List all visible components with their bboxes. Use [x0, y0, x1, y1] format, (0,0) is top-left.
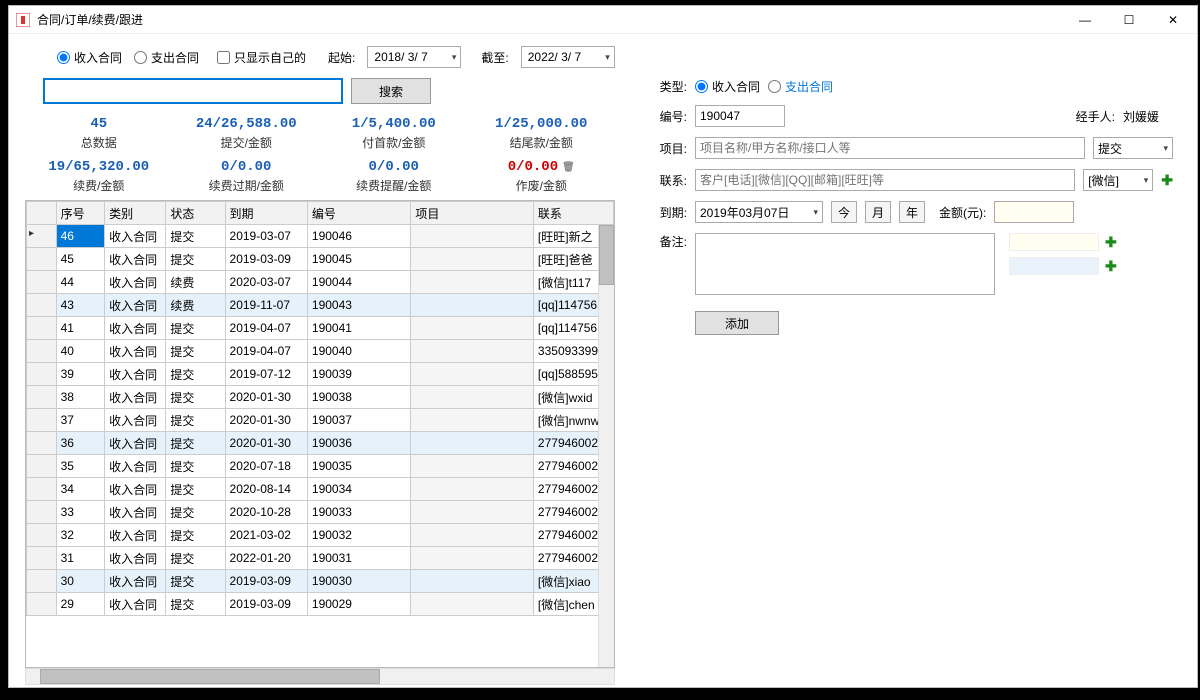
memo-label: 备注:: [645, 233, 687, 250]
table-row[interactable]: 38收入合同提交2020-01-30190038[微信]wxid: [27, 386, 614, 409]
chevron-down-icon: ▾: [813, 207, 818, 218]
metrics-row-2: 19/65,320.00续费/金额0/0.00续费过期/金额0/0.00续费提醒…: [25, 157, 615, 200]
table-row[interactable]: 35收入合同提交2020-07-181900352779460028: [27, 455, 614, 478]
search-input[interactable]: [43, 78, 343, 104]
column-header[interactable]: 编号: [307, 202, 411, 225]
contract-grid[interactable]: 序号类别状态到期编号项目联系 ▸46收入合同提交2019-03-07190046…: [25, 200, 615, 668]
memo-input[interactable]: [695, 233, 995, 295]
filter-income-radio[interactable]: 收入合同: [57, 49, 122, 66]
titlebar: 合同/订单/续费/跟进 — ☐ ✕: [9, 6, 1197, 34]
column-header[interactable]: 项目: [411, 202, 534, 225]
add-contact-icon[interactable]: ✚: [1161, 172, 1173, 189]
column-header[interactable]: 序号: [56, 202, 105, 225]
filter-only-mine-checkbox[interactable]: 只显示自己的: [217, 49, 306, 66]
maximize-button[interactable]: ☐: [1117, 13, 1141, 27]
table-row[interactable]: 36收入合同提交2020-01-301900362779460028: [27, 432, 614, 455]
close-button[interactable]: ✕: [1161, 13, 1185, 27]
search-row: 搜索: [25, 78, 615, 104]
app-icon: [15, 12, 31, 28]
id-label: 编号:: [645, 108, 687, 125]
tag-slot-2[interactable]: [1009, 257, 1099, 275]
metrics-row-1: 45总数据24/26,588.00提交/金额1/5,400.00付首款/金额1/…: [25, 104, 615, 157]
table-row[interactable]: 29收入合同提交2019-03-09190029[微信]chen: [27, 593, 614, 616]
due-date-input[interactable]: 2019年03月07日▾: [695, 201, 823, 223]
status-combo[interactable]: 提交▾: [1093, 137, 1173, 159]
trash-icon[interactable]: 🗑: [562, 162, 575, 173]
vertical-scrollbar[interactable]: [598, 225, 614, 667]
table-row[interactable]: 33收入合同提交2020-10-281900332779460028: [27, 501, 614, 524]
chevron-down-icon: ▾: [452, 52, 457, 63]
metric: 1/5,400.00付首款/金额: [320, 116, 468, 151]
project-label: 项目:: [645, 140, 687, 157]
start-date-input[interactable]: 2018/ 3/ 7▾: [367, 46, 461, 68]
column-header[interactable]: 状态: [166, 202, 225, 225]
metric: 45总数据: [25, 116, 173, 151]
main-window: 合同/订单/续费/跟进 — ☐ ✕ 收入合同 支出合同 只显示自己的 起始: 2…: [8, 5, 1198, 688]
year-button[interactable]: 年: [899, 201, 925, 223]
metric: 1/25,000.00结尾款/金额: [468, 116, 616, 151]
start-date-label: 起始:: [328, 49, 355, 66]
metric: 24/26,588.00提交/金额: [173, 116, 321, 151]
end-date-input[interactable]: 2022/ 3/ 7▾: [521, 46, 615, 68]
form-expense-radio[interactable]: 支出合同: [768, 78, 833, 95]
table-row[interactable]: ▸46收入合同提交2019-03-07190046[旺旺]新之: [27, 225, 614, 248]
content: 收入合同 支出合同 只显示自己的 起始: 2018/ 3/ 7▾ 截至: 202…: [9, 34, 1197, 687]
horizontal-scrollbar[interactable]: [25, 668, 615, 685]
table-row[interactable]: 39收入合同提交2019-07-12190039[qq]588595: [27, 363, 614, 386]
due-label: 到期:: [645, 204, 687, 221]
amount-label: 金额(元):: [939, 204, 986, 221]
table-row[interactable]: 40收入合同提交2019-04-071900403350933991: [27, 340, 614, 363]
search-button[interactable]: 搜索: [351, 78, 431, 104]
contact-input[interactable]: [695, 169, 1075, 191]
form-income-radio[interactable]: 收入合同: [695, 78, 760, 95]
chevron-down-icon: ▾: [1144, 175, 1149, 186]
metric: 19/65,320.00续费/金额: [25, 159, 173, 194]
contact-label: 联系:: [645, 172, 687, 189]
column-header[interactable]: 联系: [533, 202, 613, 225]
table-row[interactable]: 37收入合同提交2020-01-30190037[微信]nwnw: [27, 409, 614, 432]
table-row[interactable]: 45收入合同提交2019-03-09190045[旺旺]爸爸: [27, 248, 614, 271]
add-tag1-icon[interactable]: ✚: [1105, 234, 1117, 251]
month-button[interactable]: 月: [865, 201, 891, 223]
metric: 0/0.00续费提醒/金额: [320, 159, 468, 194]
id-input[interactable]: [695, 105, 785, 127]
filter-row: 收入合同 支出合同 只显示自己的 起始: 2018/ 3/ 7▾ 截至: 202…: [25, 42, 1181, 78]
table-row[interactable]: 32收入合同提交2021-03-021900322779460028: [27, 524, 614, 547]
amount-input[interactable]: [994, 201, 1074, 223]
table-row[interactable]: 31收入合同提交2022-01-201900312779460028: [27, 547, 614, 570]
left-pane: 搜索 45总数据24/26,588.00提交/金额1/5,400.00付首款/金…: [25, 78, 615, 685]
end-date-label: 截至:: [481, 49, 508, 66]
minimize-button[interactable]: —: [1073, 13, 1097, 27]
type-label: 类型:: [645, 78, 687, 95]
handler-label: 经手人:: [1076, 108, 1115, 125]
table-row[interactable]: 43收入合同续费2019-11-07190043[qq]114756: [27, 294, 614, 317]
today-button[interactable]: 今: [831, 201, 857, 223]
table-row[interactable]: 34收入合同提交2020-08-141900342779460028: [27, 478, 614, 501]
tag-slot-1[interactable]: [1009, 233, 1099, 251]
column-header[interactable]: 到期: [225, 202, 307, 225]
project-input[interactable]: [695, 137, 1085, 159]
split-pane: 搜索 45总数据24/26,588.00提交/金额1/5,400.00付首款/金…: [25, 78, 1181, 685]
add-button[interactable]: 添加: [695, 311, 779, 335]
contact-type-combo[interactable]: [微信]▾: [1083, 169, 1153, 191]
metric: 0/0.00续费过期/金额: [173, 159, 321, 194]
window-controls: — ☐ ✕: [1073, 13, 1191, 27]
table-row[interactable]: 30收入合同提交2019-03-09190030[微信]xiao: [27, 570, 614, 593]
table-row[interactable]: 41收入合同提交2019-04-07190041[qq]114756: [27, 317, 614, 340]
filter-expense-radio[interactable]: 支出合同: [134, 49, 199, 66]
chevron-down-icon: ▾: [1163, 143, 1168, 154]
chevron-down-icon: ▾: [605, 52, 610, 63]
column-header[interactable]: 类别: [105, 202, 166, 225]
window-title: 合同/订单/续费/跟进: [37, 11, 1073, 28]
table-row[interactable]: 44收入合同续费2020-03-07190044[微信]t117: [27, 271, 614, 294]
add-tag2-icon[interactable]: ✚: [1105, 258, 1117, 275]
handler-value: 刘媛媛: [1123, 108, 1173, 125]
metric: 0/0.00🗑作废/金额: [468, 159, 616, 194]
right-pane: 类型: 收入合同 支出合同 编号: 经手人: 刘媛媛 项目:: [625, 78, 1181, 685]
